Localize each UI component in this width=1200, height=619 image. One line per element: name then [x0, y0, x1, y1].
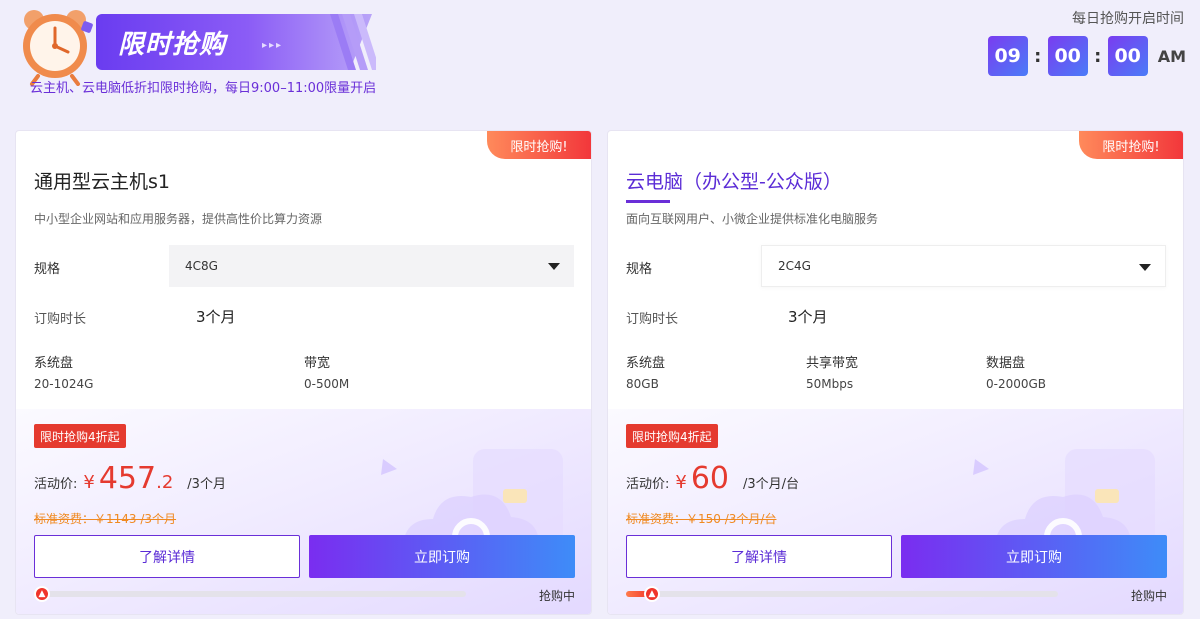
countdown-ampm: AM	[1157, 46, 1186, 66]
currency-symbol: ¥	[675, 472, 687, 493]
spec-select-value: 2C4G	[778, 259, 811, 273]
flash-sale-subtitle: 云主机、云电脑低折扣限时抢购，每日9:00–11:00限量开启	[30, 81, 377, 96]
sale-status: 抢购中	[538, 589, 575, 603]
sale-status: 抢购中	[1130, 589, 1167, 603]
duration-value: 3个月	[788, 308, 828, 326]
attr-name: 系统盘	[34, 356, 74, 371]
price-label: 活动价:	[34, 477, 78, 492]
product-title: 通用型云主机s1	[34, 171, 170, 193]
purchase-area: 限时抢购4折起 活动价: ¥ 457 .2 /3个月 标准资费：￥1143 /3…	[16, 409, 591, 614]
flash-sale-header: 限时抢购 ▸▸▸ 云主机、云电脑低折扣限时抢购，每日9:00–11:00限量开启…	[0, 0, 1200, 110]
attr-system-disk: 系统盘 80GB	[626, 352, 665, 391]
product-title: 云电脑（办公型-公众版）	[626, 171, 842, 193]
countdown-minutes: 00	[1047, 36, 1088, 76]
banner-stripes-decoration	[330, 14, 376, 70]
sale-progress-bar: ▲	[34, 586, 466, 602]
countdown-separator: :	[1094, 45, 1102, 67]
spec-label: 规格	[34, 262, 61, 277]
flash-sale-title: 限时抢购	[118, 30, 227, 60]
flame-icon: ▲	[644, 586, 660, 602]
flash-sale-badge: 限时抢购!	[487, 131, 591, 159]
attr-value: 50Mbps	[806, 377, 854, 391]
price-label: 活动价:	[626, 477, 670, 492]
order-now-button[interactable]: 立即订购	[901, 535, 1167, 578]
duration-value: 3个月	[196, 308, 236, 326]
attr-name: 数据盘	[986, 356, 1026, 371]
attr-data-disk: 数据盘 0-2000GB	[986, 352, 1046, 391]
product-card-cloud-pc: 限时抢购! 云电脑（办公型-公众版） 面向互联网用户、小微企业提供标准化电脑服务…	[607, 130, 1184, 615]
attr-bandwidth: 带宽 0-500M	[304, 352, 349, 391]
duration-label: 订购时长	[34, 312, 87, 327]
product-description: 中小型企业网站和应用服务器，提供高性价比算力资源	[34, 212, 323, 226]
product-description: 面向互联网用户、小微企业提供标准化电脑服务	[626, 212, 879, 226]
promo-tag: 限时抢购4折起	[626, 424, 718, 448]
order-now-button[interactable]: 立即订购	[309, 535, 575, 578]
countdown-seconds: 00	[1107, 36, 1148, 76]
title-underline	[626, 200, 670, 203]
price-integer: 60	[690, 461, 730, 496]
attr-shared-bandwidth: 共享带宽 50Mbps	[806, 352, 858, 391]
price-row: 活动价: ¥ 457 .2 /3个月	[34, 461, 226, 501]
original-price: 标准资费：￥150 /3个月/台	[626, 512, 777, 526]
spec-select[interactable]: 4C8G	[169, 245, 574, 287]
alarm-clock-icon	[23, 10, 93, 86]
spec-label: 规格	[626, 262, 653, 277]
price-unit: /3个月/台	[743, 477, 800, 492]
attr-value: 20-1024G	[34, 377, 94, 391]
learn-more-button[interactable]: 了解详情	[34, 535, 300, 578]
chevron-down-icon	[548, 263, 560, 270]
attr-value: 0-500M	[304, 377, 350, 391]
countdown-hours: 09	[987, 36, 1028, 76]
chevron-down-icon	[1139, 264, 1151, 271]
flash-sale-badge: 限时抢购!	[1079, 131, 1183, 159]
attr-name: 带宽	[304, 356, 331, 371]
spec-select[interactable]: 2C4G	[761, 245, 1166, 287]
product-card-cloud-host: 限时抢购! 通用型云主机s1 中小型企业网站和应用服务器，提供高性价比算力资源 …	[15, 130, 592, 615]
promo-tag: 限时抢购4折起	[34, 424, 126, 448]
sale-progress-bar: ▲	[626, 586, 1058, 602]
countdown-label: 每日抢购开启时间	[1072, 11, 1184, 27]
currency-symbol: ¥	[83, 472, 95, 493]
price-unit: /3个月	[187, 477, 226, 492]
flame-icon: ▲	[34, 586, 50, 602]
attr-value: 0-2000GB	[986, 377, 1047, 391]
countdown-timer: 09 : 00 : 00 AM	[987, 36, 1186, 76]
purchase-area: 限时抢购4折起 活动价: ¥ 60 /3个月/台 标准资费：￥150 /3个月/…	[608, 409, 1183, 614]
attr-system-disk: 系统盘 20-1024G	[34, 352, 93, 391]
spec-select-value: 4C8G	[185, 259, 218, 273]
price-integer: 457	[98, 461, 157, 496]
banner-arrows-icon: ▸▸▸	[262, 40, 284, 51]
price-decimal: .2	[156, 472, 174, 493]
attr-value: 80GB	[626, 377, 659, 391]
learn-more-button[interactable]: 了解详情	[626, 535, 892, 578]
price-row: 活动价: ¥ 60 /3个月/台	[626, 461, 799, 501]
duration-label: 订购时长	[626, 312, 679, 327]
attr-name: 共享带宽	[806, 356, 859, 371]
original-price: 标准资费：￥1143 /3个月	[34, 512, 177, 526]
countdown-separator: :	[1034, 45, 1042, 67]
attr-name: 系统盘	[626, 356, 666, 371]
